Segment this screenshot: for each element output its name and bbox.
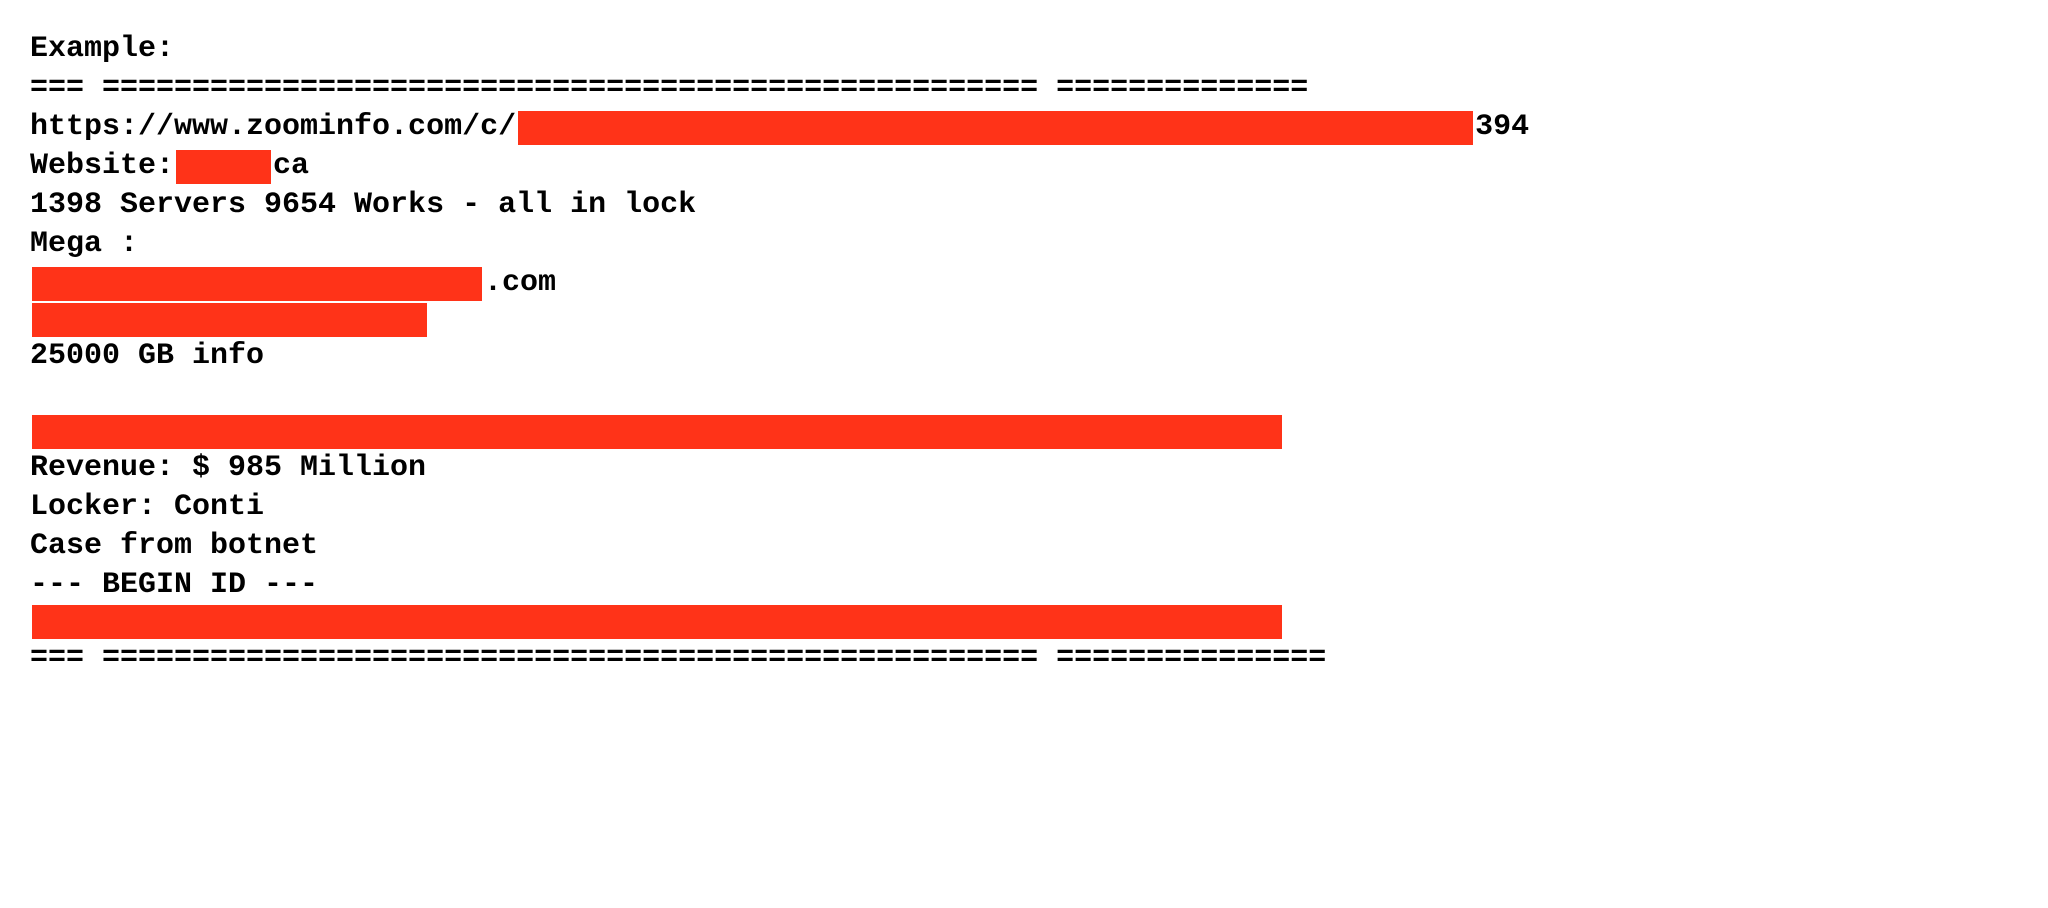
begin-id-line: --- BEGIN ID ---: [30, 566, 2018, 605]
locker-line: Locker: Conti: [30, 488, 2018, 527]
servers-line: 1398 Servers 9654 Works - all in lock: [30, 186, 2018, 225]
redacted-website: [176, 150, 271, 184]
website-tld: ca: [273, 147, 309, 186]
example-header: Example:: [30, 30, 2018, 69]
case-line: Case from botnet: [30, 527, 2018, 566]
redacted-details-line: [30, 415, 2018, 449]
redacted-mega-password: [32, 303, 427, 337]
separator-top: === ====================================…: [30, 69, 2018, 108]
url-line: https://www.zoominfo.com/c/ 394: [30, 108, 2018, 147]
mega-email-line: .com: [30, 264, 2018, 303]
website-label: Website:: [30, 147, 174, 186]
gb-info-line: 25000 GB info: [30, 337, 2018, 376]
website-line: Website: ca: [30, 147, 2018, 186]
footer-separator-text: === ====================================…: [30, 639, 1326, 678]
revenue-line: Revenue: $ 985 Million: [30, 449, 2018, 488]
case-text: Case from botnet: [30, 527, 318, 566]
gb-text: 25000 GB info: [30, 337, 264, 376]
servers-text: 1398 Servers 9654 Works - all in lock: [30, 186, 696, 225]
separator-bottom: === ====================================…: [30, 639, 2018, 678]
mega-label-line: Mega :: [30, 225, 2018, 264]
redacted-details: [32, 415, 1282, 449]
mega-password-line: [30, 303, 2018, 337]
url-prefix: https://www.zoominfo.com/c/: [30, 108, 516, 147]
blank-line: [30, 376, 2018, 415]
redacted-mega-email: [32, 267, 482, 301]
locker-text: Locker: Conti: [30, 488, 264, 527]
url-suffix: 394: [1475, 108, 1529, 147]
redacted-id: [32, 605, 1282, 639]
redacted-id-line: [30, 605, 2018, 639]
example-label: Example:: [30, 30, 174, 69]
revenue-text: Revenue: $ 985 Million: [30, 449, 426, 488]
mega-com-suffix: .com: [484, 264, 556, 303]
redacted-url-segment: [518, 111, 1473, 145]
separator-text: === ====================================…: [30, 69, 1308, 108]
begin-id-text: --- BEGIN ID ---: [30, 566, 318, 605]
mega-label: Mega :: [30, 225, 138, 264]
